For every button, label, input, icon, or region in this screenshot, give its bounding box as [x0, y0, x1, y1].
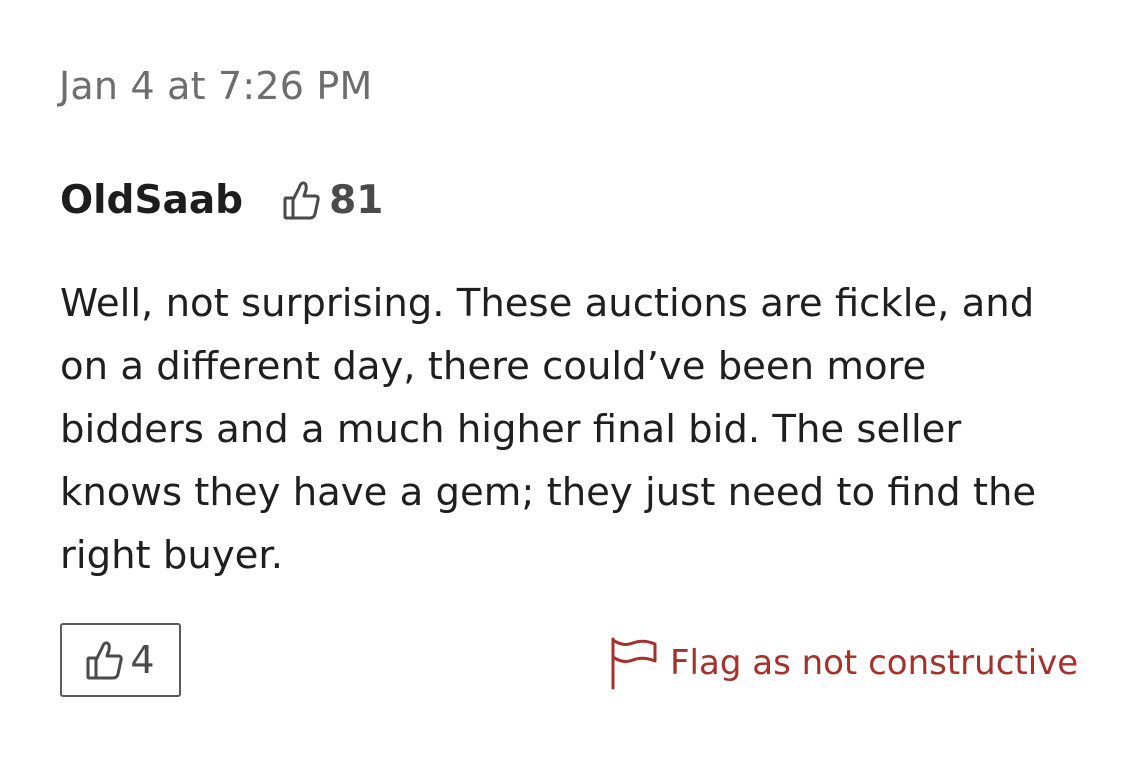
flag-label: Flag as not constructive — [670, 643, 1079, 683]
thumbs-up-icon — [283, 179, 321, 221]
comment-card: Jan 4 at 7:26 PM OldSaab 81 Well, not su… — [0, 0, 1125, 782]
like-count: 4 — [130, 638, 155, 682]
author-name[interactable]: OldSaab — [60, 178, 243, 223]
like-button[interactable]: 4 — [60, 623, 181, 697]
flag-icon — [609, 635, 659, 691]
comment-timestamp: Jan 4 at 7:26 PM — [59, 64, 373, 108]
flag-not-constructive-link[interactable]: Flag as not constructive — [609, 634, 1078, 692]
comment-author-row: OldSaab 81 — [60, 174, 383, 226]
author-reputation-score: 81 — [329, 177, 384, 223]
comment-body: Well, not surprising. These auctions are… — [60, 281, 1037, 578]
thumbs-up-icon — [86, 639, 124, 681]
